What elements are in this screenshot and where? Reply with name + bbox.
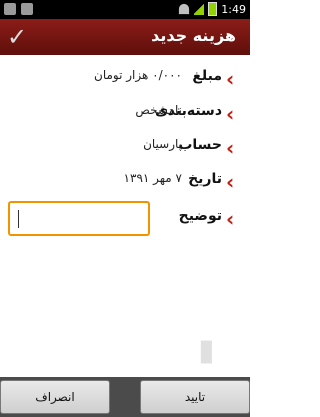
title-bar: ✓ هزینه جدید: [0, 19, 250, 55]
status-bar: 1:49: [0, 0, 250, 19]
watermark-icon: ▮: [198, 333, 215, 368]
confirm-button[interactable]: تایید: [140, 380, 250, 414]
account-value: پارسیان: [143, 137, 182, 151]
status-time: 1:49: [221, 2, 246, 16]
description-input[interactable]: [8, 201, 150, 236]
bottom-bar: انصراف تایید: [0, 377, 250, 417]
status-right: 1:49: [178, 2, 246, 16]
text-cursor: [18, 210, 19, 228]
page-title: هزینه جدید: [151, 26, 236, 45]
wifi-icon: [179, 3, 190, 15]
amount-row[interactable]: ‹ مبلغ ۰/۰۰۰ هزار تومان: [0, 68, 250, 92]
notification-icon: [4, 3, 16, 15]
check-icon[interactable]: ✓: [0, 19, 34, 55]
category-row[interactable]: ‹ دسته‌بندی نامشخص: [0, 103, 250, 127]
cancel-button[interactable]: انصراف: [0, 380, 110, 414]
battery-icon: [208, 2, 218, 16]
account-label: حساب: [178, 137, 222, 153]
chevron-left-icon: ‹: [226, 136, 235, 160]
date-row[interactable]: ‹ تاریخ ۷ مهر ۱۳۹۱: [0, 171, 250, 195]
account-row[interactable]: ‹ حساب پارسیان: [0, 137, 250, 161]
notification-icon: [21, 3, 33, 15]
amount-label: مبلغ: [192, 68, 222, 84]
date-label: تاریخ: [188, 171, 222, 187]
chevron-left-icon: ‹: [226, 102, 235, 126]
chevron-left-icon: ‹: [226, 67, 235, 91]
category-value: نامشخص: [135, 103, 182, 117]
amount-value: ۰/۰۰۰ هزار تومان: [94, 68, 182, 82]
date-value: ۷ مهر ۱۳۹۱: [123, 171, 182, 185]
signal-icon: [194, 3, 205, 15]
chevron-left-icon: ‹: [226, 207, 235, 231]
chevron-left-icon: ‹: [226, 170, 235, 194]
notification-icons: [4, 3, 33, 15]
description-label: توضیح: [178, 208, 222, 224]
